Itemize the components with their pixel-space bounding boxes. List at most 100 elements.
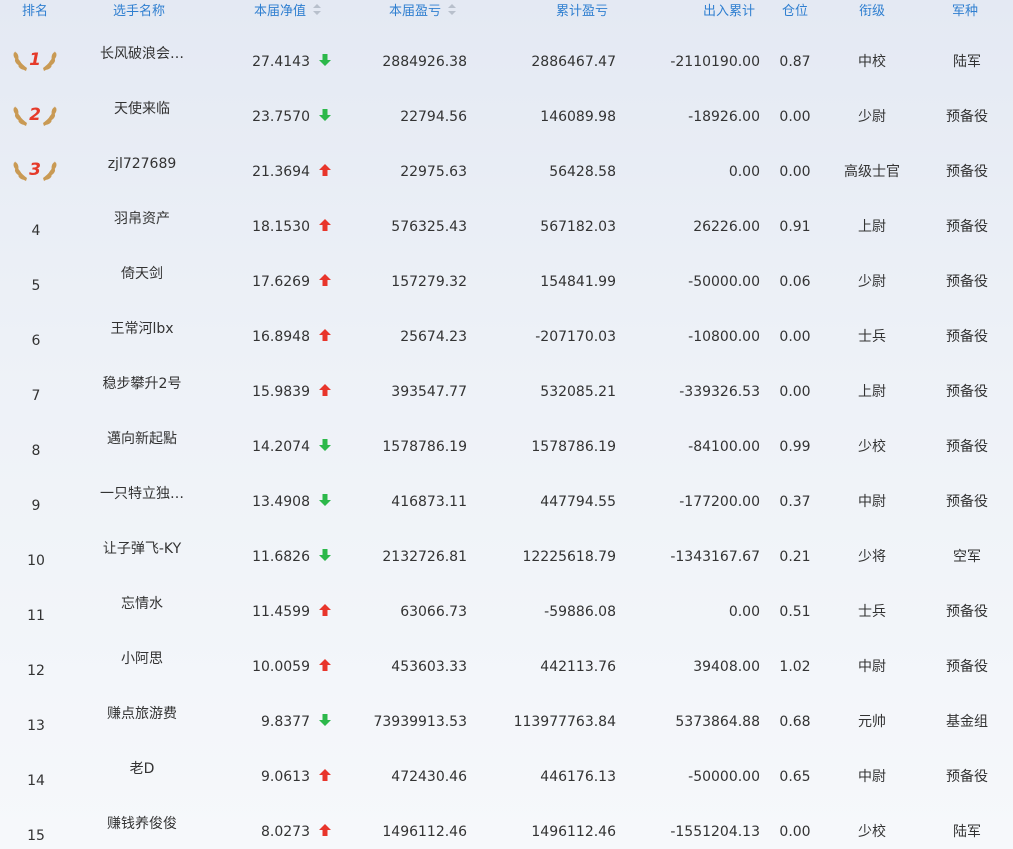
table-row[interactable]: 3 zjl727689 21.3694 22975.63 56428.58 0.… [0,143,1013,198]
player-name[interactable]: 天使来临 [82,100,202,118]
trend-up-icon [318,328,332,342]
position-value: 0.65 [779,769,811,785]
table-row[interactable]: 1 长风破浪会… 27.4143 2884926.38 2886467.47 -… [0,33,1013,88]
trend-down-icon [318,548,332,562]
player-name[interactable]: 让子弹飞-KY [82,540,202,558]
military-rank-value: 士兵 [858,604,886,620]
player-name[interactable]: 小阿思 [82,650,202,668]
rank-medal: 3 [12,155,58,183]
corps-value: 陆军 [953,54,981,70]
table-row[interactable]: 2 天使来临 23.7570 22794.56 146089.98 -18926… [0,88,1013,143]
table-row[interactable]: 12 小阿思 10.0059 453603.33 442113.76 39408… [0,638,1013,693]
military-rank-value: 中尉 [858,659,886,675]
laurel-medal-icon: 2 [13,105,57,126]
military-rank-value: 中校 [858,54,886,70]
trend-up-icon [318,603,332,617]
corps-value: 预备役 [946,604,988,620]
nav-value: 11.6826 [252,549,310,565]
player-name[interactable]: 老D [82,760,202,778]
pnl-value: 1578786.19 [382,439,467,455]
table-row[interactable]: 10 让子弹飞-KY 11.6826 2132726.81 12225618.7… [0,528,1013,583]
player-name[interactable]: 王常河lbx [82,320,202,338]
military-rank-value: 中尉 [858,494,886,510]
table-row[interactable]: 8 邁向新起點 14.2074 1578786.19 1578786.19 -8… [0,418,1013,473]
io-total-value: 0.00 [728,604,760,620]
rank-medal-number: 3 [29,160,41,180]
position-value: 0.68 [779,714,811,730]
cum-pnl-value: 56428.58 [549,164,616,180]
table-row[interactable]: 11 忘情水 11.4599 63066.73 -59886.08 0.00 0… [0,583,1013,638]
trend-down-icon [318,438,332,452]
rank-number: 6 [31,333,41,349]
player-name[interactable]: 羽帛资产 [82,210,202,228]
io-total-value: -1551204.13 [670,824,760,840]
io-total-value: 0.00 [728,164,760,180]
pnl-value: 393547.77 [391,384,467,400]
nav-value: 14.2074 [252,439,310,455]
pnl-value: 157279.32 [391,274,467,290]
military-rank-value: 少校 [858,439,886,455]
player-name[interactable]: 忘情水 [82,595,202,613]
header-nav-sort[interactable]: 本届净值 [254,3,322,21]
pnl-value: 2884926.38 [382,54,467,70]
table-row[interactable]: 9 一只特立独… 13.4908 416873.11 447794.55 -17… [0,473,1013,528]
trend-up-icon [318,163,332,177]
player-name[interactable]: zjl727689 [82,155,202,173]
corps-value: 预备役 [946,329,988,345]
pnl-value: 416873.11 [391,494,467,510]
io-total-value: -2110190.00 [670,54,760,70]
nav-value: 21.3694 [252,164,310,180]
table-row[interactable]: 6 王常河lbx 16.8948 25674.23 -207170.03 -10… [0,308,1013,363]
table-row[interactable]: 7 稳步攀升2号 15.9839 393547.77 532085.21 -33… [0,363,1013,418]
player-name[interactable]: 邁向新起點 [82,430,202,448]
player-name[interactable]: 长风破浪会… [82,45,202,63]
corps-value: 预备役 [946,274,988,290]
trend-down-icon [318,108,332,122]
player-name[interactable]: 一只特立独… [82,485,202,503]
rank-number: 15 [27,828,45,844]
player-name[interactable]: 稳步攀升2号 [82,375,202,393]
player-name[interactable]: 倚天剑 [82,265,202,283]
io-total-value: -50000.00 [688,274,760,290]
pnl-value: 472430.46 [391,769,467,785]
trend-down-icon [318,493,332,507]
nav-value: 15.9839 [252,384,310,400]
laurel-medal-icon: 3 [13,160,57,181]
cum-pnl-value: 532085.21 [540,384,616,400]
corps-value: 预备役 [946,164,988,180]
nav-value: 16.8948 [252,329,310,345]
corps-value: 预备役 [946,439,988,455]
cum-pnl-value: -207170.03 [535,329,616,345]
io-total-value: -18926.00 [688,109,760,125]
io-total-value: -50000.00 [688,769,760,785]
table-row[interactable]: 4 羽帛资产 18.1530 576325.43 567182.03 26226… [0,198,1013,253]
table-row[interactable]: 13 赚点旅游费 9.8377 73939913.53 113977763.84… [0,693,1013,748]
rank-number: 8 [31,443,41,459]
trend-up-icon [318,658,332,672]
header-position: 仓位 [782,4,809,19]
nav-value: 27.4143 [252,54,310,70]
corps-value: 预备役 [946,219,988,235]
player-name[interactable]: 赚钱养俊俊 [82,815,202,833]
io-total-value: -177200.00 [679,494,760,510]
table-row[interactable]: 15 赚钱养俊俊 8.0273 1496112.46 1496112.46 -1… [0,803,1013,849]
corps-value: 基金组 [946,714,988,730]
military-rank-value: 元帅 [858,714,886,730]
military-rank-value: 士兵 [858,329,886,345]
cum-pnl-value: -59886.08 [544,604,616,620]
nav-value: 13.4908 [252,494,310,510]
cum-pnl-value: 146089.98 [540,109,616,125]
position-value: 0.00 [779,109,811,125]
cum-pnl-value: 154841.99 [540,274,616,290]
io-total-value: 39408.00 [693,659,760,675]
corps-value: 空军 [953,549,981,565]
position-value: 0.21 [779,549,811,565]
table-header: 排名 选手名称 本届净值 本届盈亏 累计盈亏 出入累计 仓位 衔级 军种 [0,0,1013,24]
trend-up-icon [318,273,332,287]
pnl-value: 2132726.81 [382,549,467,565]
table-row[interactable]: 14 老D 9.0613 472430.46 446176.13 -50000.… [0,748,1013,803]
header-pnl-sort[interactable]: 本届盈亏 [389,3,457,21]
player-name[interactable]: 赚点旅游费 [82,705,202,723]
table-row[interactable]: 5 倚天剑 17.6269 157279.32 154841.99 -50000… [0,253,1013,308]
position-value: 0.51 [779,604,811,620]
